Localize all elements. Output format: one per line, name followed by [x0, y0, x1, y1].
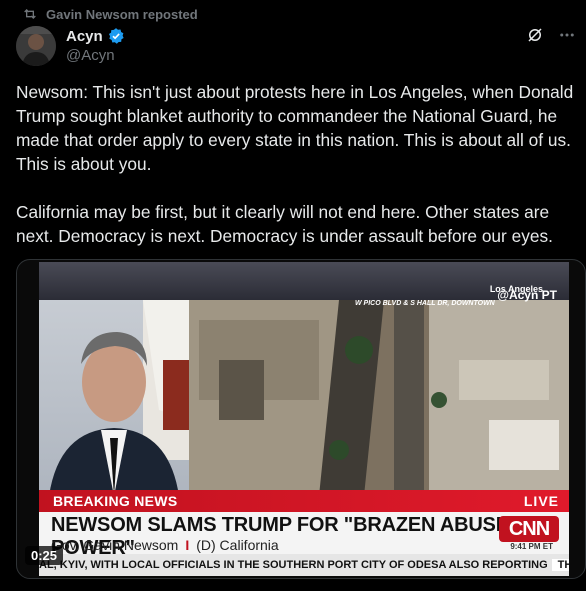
display-name[interactable]: Acyn: [66, 28, 103, 45]
subtitle-name: Gov. Gavin Newsom: [51, 537, 179, 553]
watermark: @Acyn PT: [497, 288, 557, 302]
video-top-band: [39, 262, 569, 300]
breaking-news-bar: BREAKING NEWS LIVE: [39, 490, 569, 512]
avatar[interactable]: [16, 26, 56, 66]
crawl-source: THE SOURCE: [551, 559, 569, 571]
video-frame[interactable]: W PICO BLVD & S HALL DR, DOWNTOWN Los An…: [39, 262, 569, 576]
tweet-text: Newsom: This isn't just about protests h…: [16, 82, 574, 246]
subtitle-party: (D) California: [196, 537, 279, 553]
network-clock: 9:41 PM ET: [510, 542, 553, 551]
street-label: W PICO BLVD & S HALL DR, DOWNTOWN: [355, 300, 495, 307]
repost-icon: [24, 9, 36, 19]
crawl-text: AL, KYIV, WITH LOCAL OFFICIALS IN THE SO…: [39, 559, 548, 571]
repost-indicator[interactable]: Gavin Newsom reposted: [22, 5, 198, 23]
video-timestamp: 0:25: [25, 546, 64, 565]
cnn-logo: CNN: [499, 516, 559, 542]
studio-panel: [39, 300, 189, 496]
breaking-news-label: BREAKING NEWS: [53, 493, 178, 509]
subtitle-separator: I: [185, 537, 190, 553]
repost-text: Gavin Newsom reposted: [46, 6, 198, 22]
handle[interactable]: @Acyn: [66, 47, 125, 64]
headline-bar: NEWSOM SLAMS TRUMP FOR "BRAZEN ABUSE OF …: [39, 512, 569, 559]
aerial-footage: [189, 300, 569, 496]
more-options-icon[interactable]: [558, 26, 576, 44]
live-label: LIVE: [523, 493, 559, 509]
news-crawl: AL, KYIV, WITH LOCAL OFFICIALS IN THE SO…: [39, 554, 569, 576]
grok-icon[interactable]: [526, 26, 544, 44]
verified-badge-icon: [108, 28, 124, 44]
lower-third-subtitle: Gov. Gavin Newsom I (D) California: [51, 537, 279, 553]
author-block[interactable]: Acyn @Acyn: [66, 26, 125, 64]
video-player[interactable]: W PICO BLVD & S HALL DR, DOWNTOWN Los An…: [16, 259, 586, 579]
